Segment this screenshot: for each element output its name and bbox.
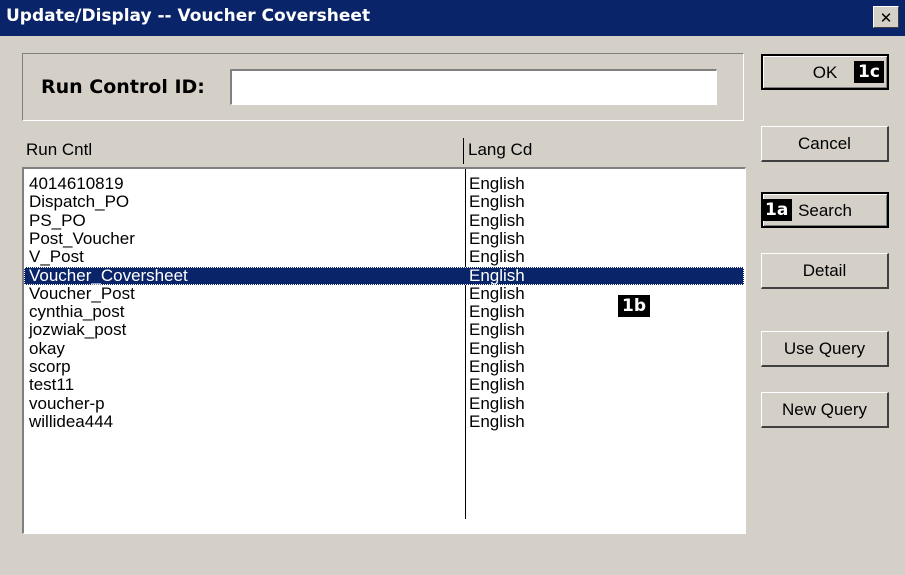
list-item[interactable]: V_Post English	[24, 248, 744, 266]
list-item-run-cntl: PS_PO	[29, 210, 86, 230]
search-button-label: Search	[798, 201, 852, 220]
list-item-lang-cd: English	[469, 411, 525, 431]
list-item[interactable]: PS_PO English	[24, 210, 744, 230]
list-item[interactable]: voucher-p English	[24, 393, 744, 413]
detail-button[interactable]: Detail	[761, 253, 889, 289]
column-separator[interactable]	[463, 138, 464, 164]
list-item-lang-cd: English	[469, 375, 525, 395]
list-item-lang-cd: English	[469, 393, 525, 413]
list-item[interactable]: 4014610819 English	[24, 175, 744, 193]
callout-badge-1a: 1a	[761, 199, 793, 221]
callout-badge-1b: 1b	[618, 295, 650, 317]
list-item[interactable]: Voucher_Coversheet English	[24, 265, 744, 285]
list-item-lang-cd: English	[469, 338, 525, 358]
list-item-lang-cd: English	[469, 283, 525, 303]
list-item[interactable]: okay English	[24, 338, 744, 358]
list-item-lang-cd: English	[469, 265, 525, 285]
list-item[interactable]: Post_Voucher English	[24, 228, 744, 248]
list-item-run-cntl: Voucher_Post	[29, 283, 135, 303]
run-control-id-input[interactable]	[230, 69, 717, 105]
list-item-lang-cd: English	[469, 247, 525, 267]
list-item-run-cntl: Dispatch_PO	[29, 192, 130, 212]
list-item-lang-cd: English	[469, 320, 525, 340]
list-item-lang-cd: English	[469, 192, 525, 212]
cancel-button[interactable]: Cancel	[761, 126, 889, 162]
list-item-lang-cd: English	[469, 228, 525, 248]
close-icon[interactable]: ✕	[873, 6, 899, 28]
column-header-run-cntl[interactable]: Run Cntl	[26, 140, 92, 160]
list-item[interactable]: Dispatch_PO English	[24, 193, 744, 211]
use-query-button[interactable]: Use Query	[761, 331, 889, 367]
list-item-run-cntl: jozwiak_post	[29, 320, 127, 340]
callout-badge-1c: 1c	[854, 61, 884, 83]
list-item-lang-cd: English	[469, 357, 525, 376]
list-item[interactable]: willidea444 English	[24, 411, 744, 431]
list-item-lang-cd: English	[469, 302, 525, 322]
list-item-run-cntl: voucher-p	[29, 393, 105, 413]
list-item-run-cntl: test11	[29, 375, 75, 395]
list-item-run-cntl: 4014610819	[29, 174, 124, 193]
list-item[interactable]: scorp English	[24, 358, 744, 376]
list-item-run-cntl: Voucher_Coversheet	[29, 265, 188, 285]
window-title: Update/Display -- Voucher Coversheet	[6, 6, 371, 26]
run-control-label: Run Control ID:	[41, 76, 205, 98]
column-header-lang-cd[interactable]: Lang Cd	[468, 140, 532, 160]
list-item-lang-cd: English	[469, 174, 525, 193]
detail-button-label: Detail	[802, 261, 847, 280]
title-bar: Update/Display -- Voucher Coversheet ✕	[0, 0, 905, 36]
cancel-button-label: Cancel	[798, 134, 851, 153]
list-item-run-cntl: cynthia_post	[29, 302, 125, 322]
ok-button-label: OK	[812, 63, 838, 82]
run-control-group: Run Control ID:	[22, 53, 744, 121]
list-item[interactable]: test11 English	[24, 376, 744, 394]
list-item-run-cntl: scorp	[29, 357, 71, 376]
new-query-button-label: New Query	[781, 400, 868, 419]
list-item-lang-cd: English	[469, 210, 525, 230]
list-item[interactable]: jozwiak_post English	[24, 321, 744, 339]
list-item-run-cntl: Post_Voucher	[29, 228, 135, 248]
list-item-run-cntl: willidea444	[29, 411, 114, 431]
run-control-list[interactable]: 4014610819 English Dispatch_PO English PS_PO…	[22, 167, 746, 534]
new-query-button[interactable]: New Query	[761, 392, 889, 428]
list-item-run-cntl: okay	[29, 338, 65, 358]
use-query-button-label: Use Query	[783, 339, 866, 358]
list-item-run-cntl: V_Post	[29, 247, 84, 267]
